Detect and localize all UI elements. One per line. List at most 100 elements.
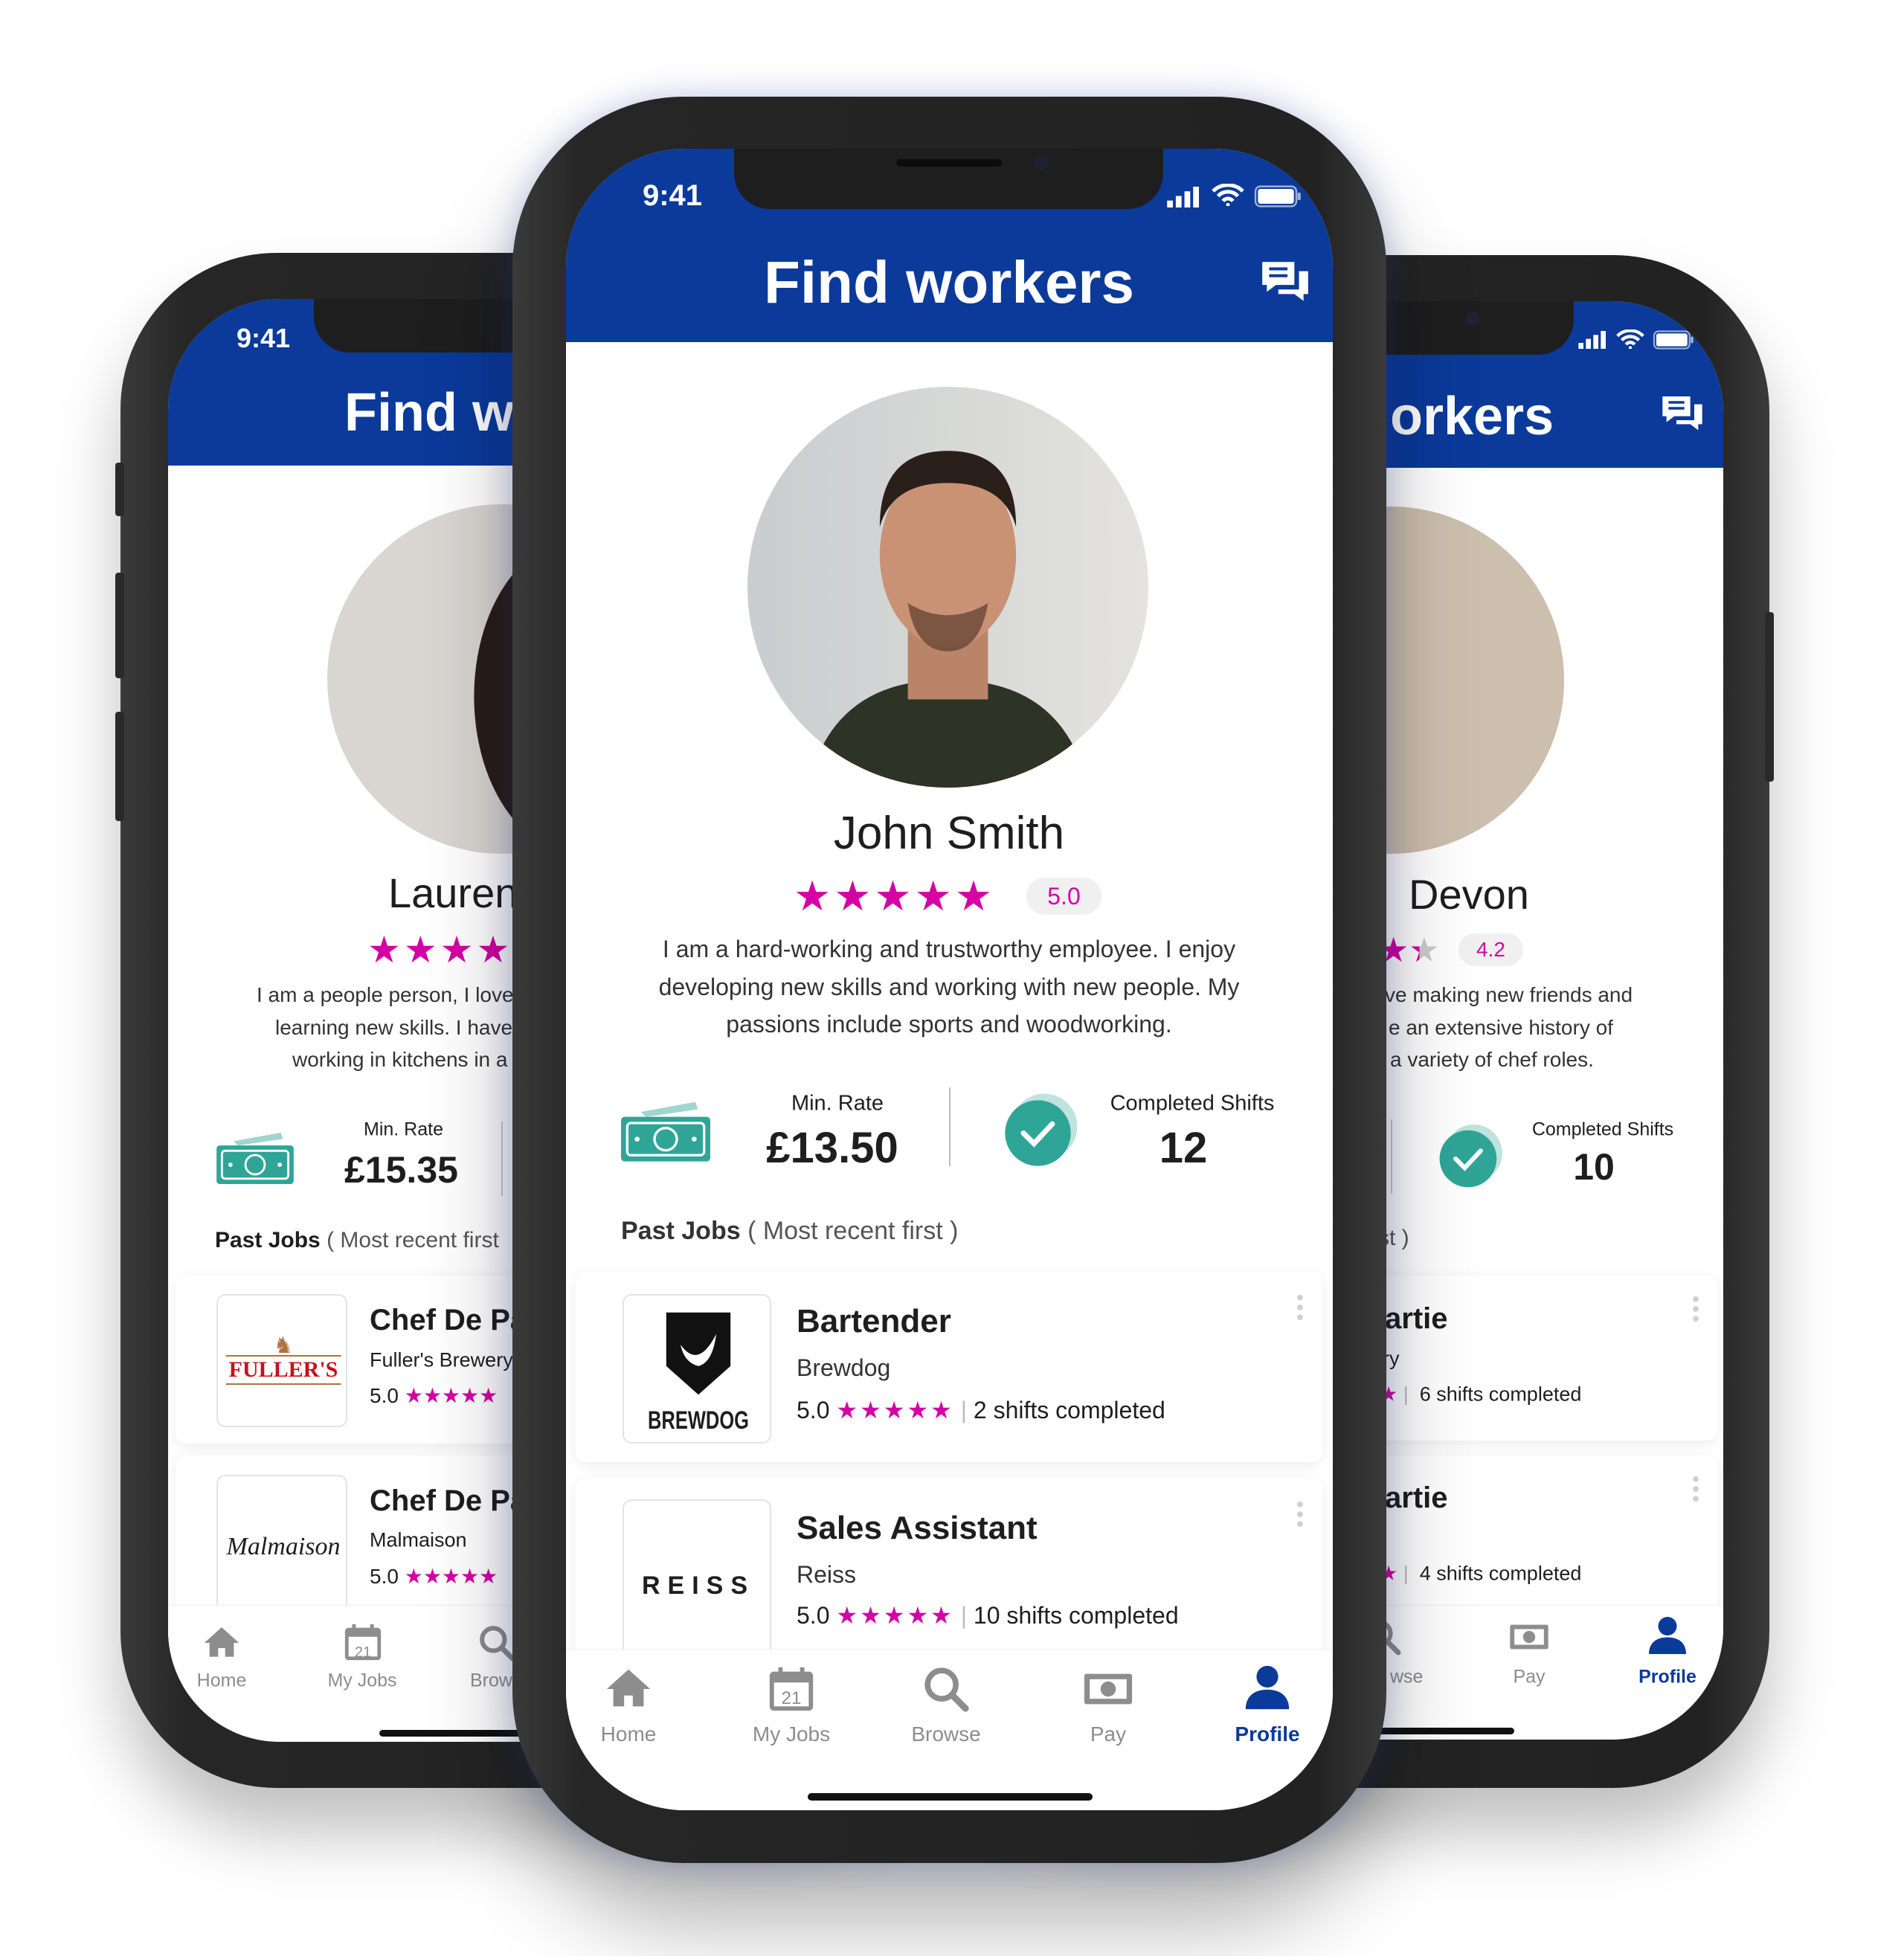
min-rate-value: £15.35 (344, 1149, 458, 1191)
money-icon (216, 1130, 294, 1184)
min-rate-label: Min. Rate (791, 1091, 884, 1116)
bio-line: a variety of chef roles. (1390, 1048, 1594, 1071)
more-options-icon[interactable] (1692, 1476, 1699, 1502)
job-rating: 5.0 ★★★★★ | 10 shifts completed (797, 1602, 1179, 1629)
rating-stars: ★★★★★ (794, 872, 996, 919)
job-rating: 5.0 ★★★★★ (370, 1386, 498, 1406)
shifts-completed: 10 shifts completed (973, 1602, 1179, 1629)
completed-label: Completed Shifts (1110, 1091, 1275, 1116)
rating-stars: ★★★★★ (404, 1565, 498, 1588)
tab-my-jobs[interactable]: 21 My Jobs (318, 1606, 407, 1710)
min-rate-label: Min. Rate (364, 1119, 443, 1140)
camera (1466, 312, 1479, 325)
battery-icon (1253, 185, 1302, 207)
bio-line: working in kitchens in a (292, 1048, 508, 1071)
search-icon (476, 1622, 518, 1664)
rating-stars: ★★★★★ (836, 1602, 954, 1629)
job-company: Brewdog (797, 1354, 891, 1381)
worker-name: Devon (1409, 871, 1529, 918)
side-button (1765, 612, 1774, 782)
tab-label: My Jobs (327, 1670, 397, 1691)
rating-badge: 4.2 (1458, 933, 1523, 966)
tab-browse[interactable]: Browse (894, 1650, 998, 1761)
notch (734, 149, 1163, 209)
calendar-date: 21 (354, 1644, 372, 1661)
divider (501, 1122, 503, 1196)
side-button (115, 573, 124, 678)
calendar-date: 21 (781, 1688, 802, 1708)
tab-home[interactable]: Home (584, 1650, 673, 1761)
tab-label: Pay (1513, 1666, 1546, 1688)
tab-home[interactable]: Home (184, 1606, 259, 1710)
status-time: 9:41 (236, 323, 291, 353)
job-title: Bartender (797, 1303, 951, 1339)
tab-profile[interactable]: Profile (1223, 1650, 1312, 1761)
signal-icon (1166, 187, 1200, 207)
bio-line: developing new skills and working with n… (658, 974, 1240, 1000)
shifts-completed: 4 shifts completed (1419, 1562, 1582, 1585)
past-jobs-note: ( Most recent first ) (747, 1217, 959, 1245)
tab-bar: Home 21 My Jobs Browse Pay Profile (566, 1649, 1333, 1810)
worker-name: Lauren (388, 869, 518, 916)
rating-stars: ★★ (1378, 930, 1440, 969)
job-title: artie (1385, 1482, 1448, 1514)
shifts-completed: 6 shifts completed (1419, 1383, 1582, 1406)
rating-stars: ★★★★ (367, 929, 513, 971)
more-options-icon[interactable] (1296, 1501, 1304, 1528)
fullers-logo: FULLER'S ♞ (216, 1294, 347, 1427)
past-jobs-label: Past Jobs (215, 1228, 321, 1252)
side-button (115, 712, 124, 821)
tab-label: My Jobs (752, 1722, 831, 1746)
more-options-icon[interactable] (1692, 1296, 1699, 1322)
malmaison-logo: Malmaison (216, 1475, 347, 1624)
rating-stars: ★★★★★ (836, 1397, 954, 1423)
header-title: Find workers (764, 249, 1134, 315)
battery-icon (1652, 330, 1695, 350)
phone-center-screen: 9:41 Find workers John Smith ★★★★★ 5.0 I… (566, 149, 1333, 1810)
more-options-icon[interactable] (1296, 1294, 1304, 1321)
rating-badge: 5.0 (1026, 878, 1101, 915)
chat-icon[interactable] (1659, 390, 1706, 438)
tab-my-jobs[interactable]: 21 My Jobs (739, 1650, 843, 1761)
header-title: orkers (1390, 387, 1554, 446)
reiss-logo: REISS (623, 1499, 771, 1663)
worker-name: John Smith (833, 808, 1065, 859)
completed-value: 12 (1159, 1124, 1208, 1172)
camera (1034, 155, 1049, 170)
check-icon (1436, 1122, 1505, 1191)
bio-line: e an extensive history of (1389, 1016, 1613, 1039)
speaker (896, 159, 1002, 167)
job-rating: ★ | 6 shifts completed (1380, 1383, 1582, 1406)
status-time: 9:41 (642, 179, 703, 212)
profile-icon (1241, 1660, 1293, 1715)
money-icon (1082, 1663, 1134, 1715)
job-title: Chef De Pa (370, 1484, 527, 1517)
tab-label: Browse (911, 1722, 981, 1746)
tab-label: Brow (470, 1670, 512, 1691)
tab-pay[interactable]: Pay (1064, 1650, 1153, 1761)
tab-profile[interactable]: Profile (1623, 1606, 1712, 1710)
profile-icon (1645, 1613, 1690, 1658)
tab-label: Pay (1090, 1722, 1127, 1746)
job-title: artie (1385, 1302, 1448, 1335)
money-icon (1507, 1616, 1551, 1658)
job-company: Reiss (797, 1561, 857, 1588)
tab-label: Home (600, 1722, 657, 1746)
home-indicator (808, 1793, 1093, 1801)
signal-icon (1577, 331, 1607, 349)
brewdog-logo: BREWDOG (623, 1294, 771, 1444)
job-company: Fuller's Brewery (370, 1348, 513, 1371)
tab-label: wse (1390, 1666, 1424, 1688)
tab-label: Home (196, 1670, 247, 1691)
header-title: Find w (344, 383, 514, 443)
chat-icon[interactable] (1258, 255, 1313, 310)
job-rating-value: 5.0 (370, 1384, 399, 1407)
bio-line: I am a people person, I love (257, 983, 514, 1006)
check-icon (1001, 1091, 1080, 1170)
tab-pay[interactable]: Pay (1485, 1606, 1574, 1710)
wifi-icon (1212, 184, 1244, 206)
home-icon (602, 1663, 654, 1715)
bio-line: passions include sports and woodworking. (726, 1011, 1172, 1037)
job-card[interactable]: BREWDOG Bartender Brewdog 5.0 ★★★★★ | 2 … (576, 1272, 1322, 1462)
job-card[interactable]: REISS Sales Assistant Reiss 5.0 ★★★★★ | … (576, 1479, 1322, 1669)
